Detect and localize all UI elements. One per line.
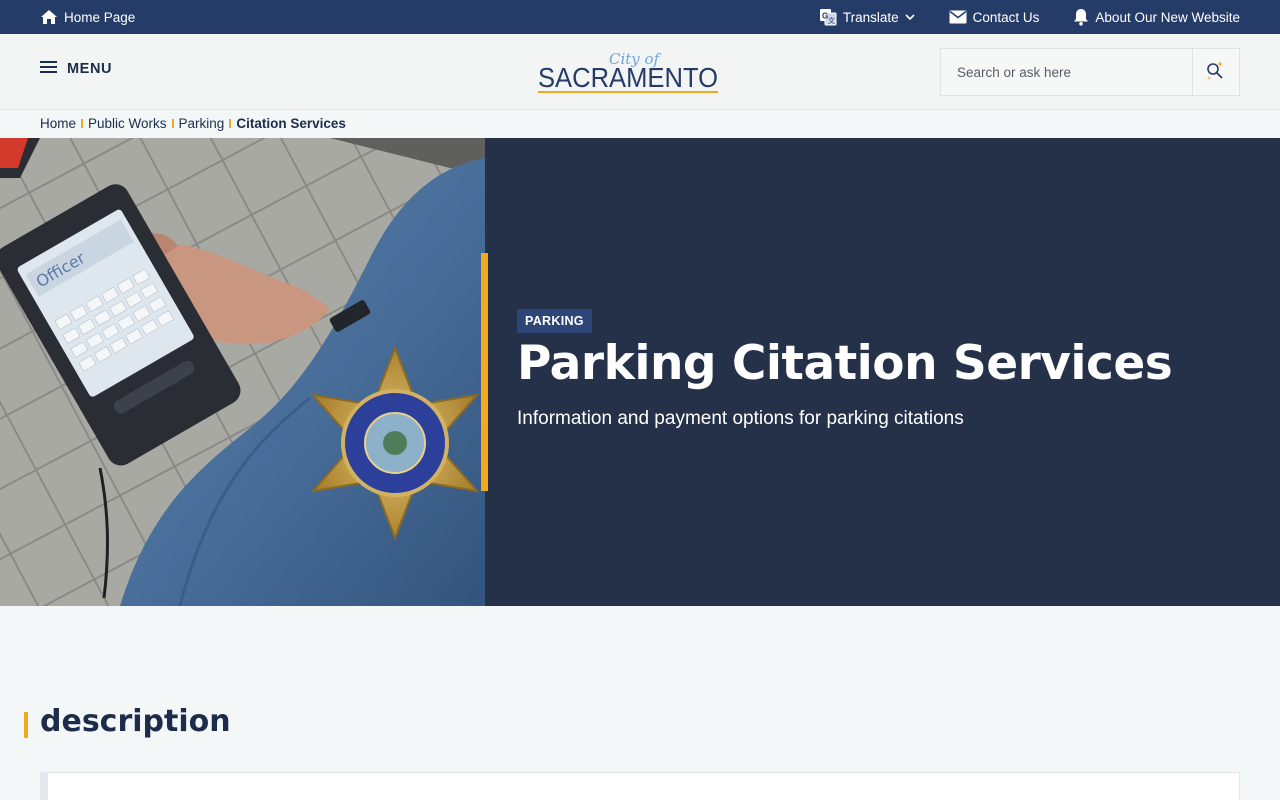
breadcrumb-home[interactable]: Home <box>40 116 76 131</box>
home-page-link[interactable]: Home Page <box>40 0 135 34</box>
menu-button[interactable]: MENU <box>40 61 112 77</box>
description-card <box>40 772 1240 800</box>
contact-us-link[interactable]: Contact Us <box>949 9 1040 25</box>
search-button[interactable] <box>1192 49 1239 95</box>
breadcrumb: Home Public Works Parking Citation Servi… <box>40 113 346 133</box>
hero-accent-bar <box>481 253 488 491</box>
home-icon <box>40 9 58 25</box>
svg-text:文: 文 <box>828 16 835 25</box>
search-input[interactable] <box>941 49 1192 95</box>
contact-us-label: Contact Us <box>972 9 1040 25</box>
breadcrumb-parking[interactable]: Parking <box>179 116 225 131</box>
hero-category-tag[interactable]: PARKING <box>517 309 592 333</box>
site-header: MENU City of SACRAMENTO <box>0 34 1280 110</box>
page-subtitle: Information and payment options for park… <box>517 408 964 429</box>
mail-icon <box>949 10 967 24</box>
ai-search-icon <box>1205 59 1227 86</box>
home-page-label: Home Page <box>64 9 136 25</box>
menu-label: MENU <box>67 61 113 77</box>
section-title: description <box>40 704 231 739</box>
hero-banner: Officer PARKING Parking Citation Service… <box>0 138 1280 606</box>
page-title: Parking Citation Services <box>517 336 1173 391</box>
section-accent-bar <box>24 712 28 738</box>
translate-icon: G文 <box>819 8 837 26</box>
hamburger-icon <box>40 61 57 77</box>
breadcrumb-separator <box>171 118 174 128</box>
translate-label: Translate <box>842 9 899 25</box>
translate-button[interactable]: G文 Translate <box>819 8 915 26</box>
breadcrumb-public-works[interactable]: Public Works <box>88 116 167 131</box>
bell-icon <box>1073 8 1089 26</box>
city-logo[interactable]: City of SACRAMENTO <box>536 48 720 96</box>
breadcrumb-separator <box>229 118 232 128</box>
hero-photo-officer-with-handheld: Officer <box>0 138 485 606</box>
logo-main-text: SACRAMENTO <box>538 62 718 93</box>
breadcrumb-separator <box>81 118 84 128</box>
about-website-label: About Our New Website <box>1095 9 1240 25</box>
utility-links: G文 Translate Contact Us About Our New We… <box>819 0 1240 34</box>
utility-bar: Home Page G文 Translate Contact Us About … <box>0 0 1280 34</box>
about-website-link[interactable]: About Our New Website <box>1073 8 1240 26</box>
search-box <box>940 48 1240 96</box>
chevron-down-icon <box>905 13 915 21</box>
breadcrumb-current: Citation Services <box>236 115 346 131</box>
